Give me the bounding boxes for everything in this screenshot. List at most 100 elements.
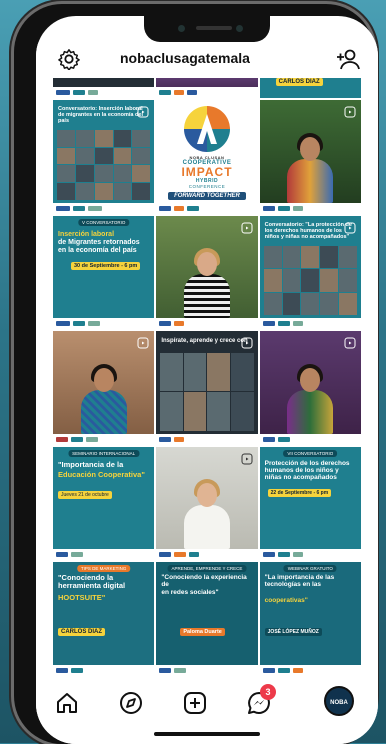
post-tile[interactable]: Inspírate, aprende y crece con [156, 331, 258, 445]
speaker-photo [80, 363, 127, 434]
post-date: 22 de Septiembre - 6 pm [267, 488, 332, 497]
partner-logos [156, 318, 258, 330]
post-tile[interactable]: SEMINARIO INTERNACIONAL "Importancia de … [53, 446, 155, 561]
post-tile[interactable]: CARLOS DIAZ [259, 78, 361, 98]
post-tile[interactable] [53, 78, 155, 98]
video-call-grid [160, 353, 254, 431]
video-call-grid [57, 130, 151, 200]
add-user-icon[interactable] [336, 48, 360, 70]
partner-logos [53, 549, 155, 561]
home-icon[interactable] [54, 690, 80, 716]
post-tile[interactable]: Conversatorio: "La protección de los der… [259, 215, 361, 330]
posts-grid: CARLOS DIAZ Conversatorio: Inserción lab… [53, 78, 361, 676]
home-indicator [154, 732, 260, 736]
post-banner: TIPS DE MARKETING [76, 565, 131, 573]
post-tile[interactable]: Conversatorio: Inserción laboral de migr… [53, 100, 155, 214]
post-title: "La importancia de las tecnologías en la… [264, 574, 335, 589]
post-title: Protección de los derechos humanos de lo… [264, 459, 350, 481]
impact-word: IMPACT [181, 165, 233, 179]
speaker-photo [287, 363, 334, 434]
notification-badge: 3 [260, 684, 276, 700]
speaker-photo [183, 479, 230, 550]
post-title-highlight: Educación Cooperativa" [58, 469, 145, 479]
post-date: 30 de Septiembre - 6 pm [71, 261, 141, 270]
post-banner: WEBINAR GRATUITO [283, 565, 337, 573]
reel-icon [241, 336, 253, 349]
speaker-photo [287, 132, 334, 203]
post-banner: VII CONVERSATORIO [283, 449, 338, 457]
post-speaker-name: CARLOS DIAZ [58, 628, 105, 637]
post-tile[interactable] [156, 446, 258, 561]
partner-logos [156, 202, 258, 214]
sensor [236, 25, 243, 32]
partner-logos [53, 202, 155, 214]
post-speaker-name: Paloma Duarte [180, 628, 225, 637]
reel-icon [344, 336, 356, 349]
messages-icon[interactable]: 3 [246, 684, 276, 716]
post-tile[interactable]: APRENDE, EMPRENDE Y CRECE "Conociendo la… [156, 562, 258, 676]
post-tile[interactable]: TIPS DE MARKETING "Conociendo la herrami… [53, 562, 155, 676]
post-title: Inspírate, aprende y crece con [161, 338, 248, 345]
post-banner: SEMINARIO INTERNACIONAL [68, 449, 140, 457]
camera [178, 25, 185, 32]
reel-icon [137, 105, 149, 118]
partner-logos [259, 433, 361, 445]
explore-compass-icon[interactable] [118, 690, 144, 716]
bottom-nav: 3 NOBA [36, 676, 378, 744]
post-title: "Conociendo la experiencia de [161, 574, 247, 589]
partner-logos [156, 664, 258, 676]
profile-header: nobaclusagatemala [36, 42, 378, 78]
phone-frame: nobaclusagatemala CARLOS DIAZ Conversato… [14, 4, 378, 744]
notch [144, 16, 270, 42]
impact-tagline: FORWARD TOGETHER [168, 192, 246, 200]
phone-screen: nobaclusagatemala CARLOS DIAZ Conversato… [36, 16, 378, 744]
video-call-grid [263, 245, 357, 316]
reel-icon [241, 221, 253, 234]
settings-icon[interactable] [58, 48, 80, 71]
speaker-photo [183, 248, 230, 319]
post-title-end: en redes sociales" [161, 589, 219, 597]
post-speaker-name: JOSÉ LÓPEZ MUÑOZ [264, 628, 322, 637]
post-tile[interactable] [259, 100, 361, 214]
partner-logos [53, 664, 155, 676]
post-banner: APRENDE, EMPRENDE Y CRECE [167, 565, 247, 573]
partner-logos [156, 87, 258, 98]
partner-logos [53, 318, 155, 330]
post-tile[interactable]: WEBINAR GRATUITO "La importancia de las … [259, 562, 361, 676]
post-title: "Conociendo la herramienta digital [58, 573, 126, 591]
partner-logos [259, 318, 361, 330]
post-title: Conversatorio: "La protección de los der… [264, 221, 352, 240]
post-tile[interactable]: V CONVERSATORIO Inserción laboral de Mig… [53, 215, 155, 330]
post-title: de Migrantes retornados en la economía d… [58, 238, 140, 254]
create-post-icon[interactable] [182, 690, 208, 716]
post-tile[interactable]: VII CONVERSATORIO Protección de los dere… [259, 446, 361, 561]
post-title-highlight: Inserción laboral [58, 230, 115, 238]
post-banner: V CONVERSATORIO [77, 218, 130, 226]
reel-icon [241, 452, 253, 465]
impact-conference-card: NOBA CLUSAN COOPERATIVE IMPACT HYBRID CO… [156, 100, 258, 203]
post-title-highlight: cooperativas" [264, 597, 308, 605]
partner-logos [156, 549, 258, 561]
partner-logos [259, 664, 361, 676]
partner-logos [53, 87, 155, 98]
post-title: "Importancia de la [58, 459, 124, 469]
post-title: Conversatorio: Inserción laboral de migr… [58, 106, 143, 124]
reel-icon [344, 105, 356, 118]
post-tile[interactable] [259, 331, 361, 445]
partner-logos [259, 549, 361, 561]
post-tile[interactable] [53, 331, 155, 445]
speaker [196, 26, 232, 30]
impact-conference: CONFERENCE [188, 184, 226, 189]
impact-logo-icon [183, 106, 230, 152]
post-title-highlight: HOOTSUITE" [58, 593, 106, 603]
reel-icon [344, 221, 356, 234]
post-date: Jueves 21 de octubre [58, 490, 112, 499]
post-tile[interactable] [156, 78, 258, 98]
profile-username[interactable]: nobaclusagatemala [120, 50, 300, 66]
post-speaker-name: CARLOS DIAZ [275, 78, 323, 86]
post-tile-impact-conference[interactable]: NOBA CLUSAN COOPERATIVE IMPACT HYBRID CO… [156, 100, 258, 214]
profile-avatar[interactable]: NOBA [324, 686, 354, 716]
partner-logos [53, 433, 155, 445]
reel-icon [137, 336, 149, 349]
post-tile[interactable] [156, 215, 258, 330]
